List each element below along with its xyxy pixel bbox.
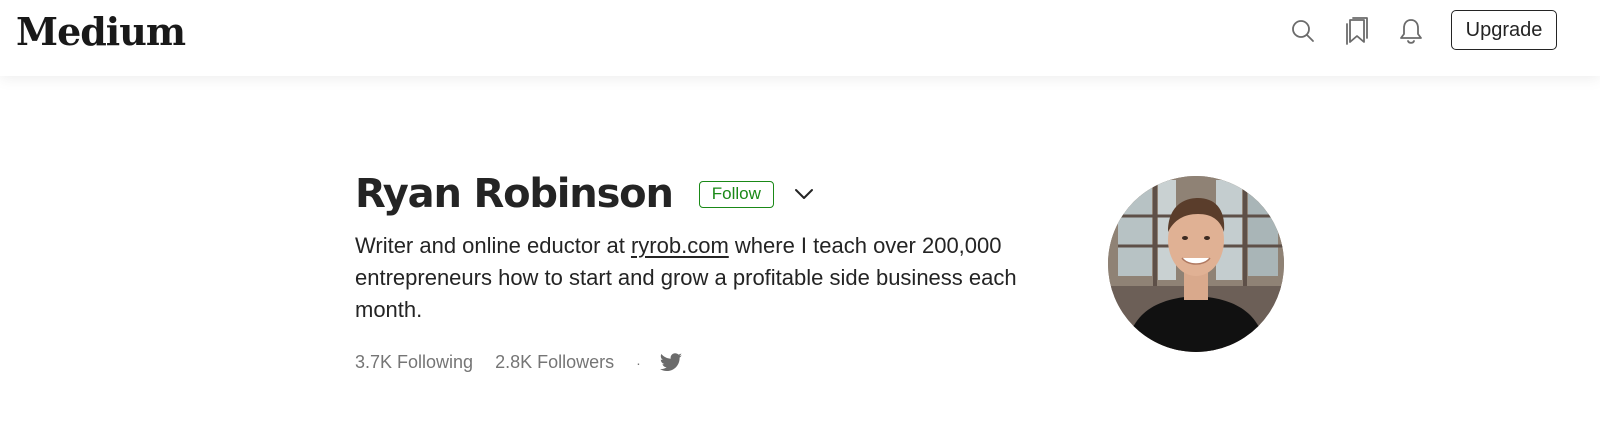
profile-name-row: Ryan Robinson Follow [355, 164, 1075, 224]
bio-website-link[interactable]: ryrob.com [631, 233, 729, 258]
separator-dot: · [636, 354, 641, 371]
twitter-icon[interactable] [659, 352, 683, 373]
following-count-link[interactable]: 3.7K Following [355, 352, 473, 373]
followers-count-link[interactable]: 2.8K Followers [495, 352, 614, 373]
profile-name: Ryan Robinson [355, 171, 674, 217]
top-navigation-bar: Medium Upgrade [0, 0, 1600, 76]
chevron-down-icon[interactable] [792, 182, 816, 206]
search-icon[interactable] [1288, 16, 1318, 46]
profile-header: Ryan Robinson Follow Writer and online e… [355, 164, 1075, 373]
notifications-icon[interactable] [1396, 16, 1426, 46]
medium-logo[interactable]: Medium [16, 8, 186, 56]
profile-bio: Writer and online eductor at ryrob.com w… [355, 230, 1055, 326]
profile-stats: 3.7K Following 2.8K Followers · [355, 352, 1075, 373]
upgrade-button[interactable]: Upgrade [1451, 10, 1557, 50]
avatar[interactable] [1108, 176, 1284, 352]
bookmarks-icon[interactable] [1341, 16, 1371, 46]
follow-button[interactable]: Follow [698, 180, 774, 208]
bio-text-prefix: Writer and online eductor at [355, 233, 631, 258]
